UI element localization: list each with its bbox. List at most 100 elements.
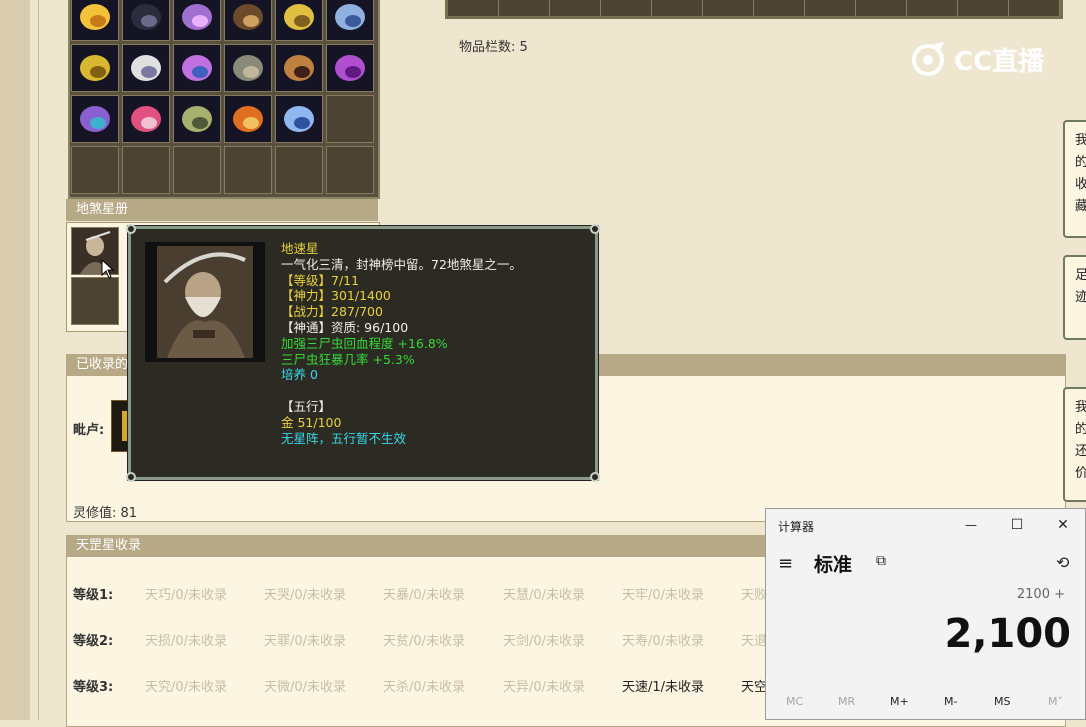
inventory-empty-slot[interactable]: [275, 146, 323, 194]
tooltip-details: 地速星 一气化三清，封神榜中留。72地煞星之一。 【等级】7/11 【神力】30…: [281, 241, 522, 446]
card-level: 【等级】7/11: [281, 272, 360, 288]
inventory-item-slot[interactable]: [275, 44, 323, 92]
inventory-empty-slot[interactable]: [173, 146, 221, 194]
calculator-window: 计算器 — ☐ ✕ ≡ 标准 ⧉ ⟲ 2100 + 2,100 MC MR M+…: [765, 508, 1086, 720]
item-strip-slot[interactable]: [1009, 0, 1060, 16]
inventory-empty-slot[interactable]: [326, 146, 374, 194]
tiangang-star-entry[interactable]: 天寿/0/未收录: [622, 630, 704, 649]
warrior-portrait-icon: [145, 242, 265, 362]
item-strip-slot[interactable]: [856, 0, 907, 16]
window-left-frame: [0, 0, 32, 720]
tiangang-star-entry[interactable]: 天贫/0/未收录: [383, 630, 465, 649]
tiangang-star-entry[interactable]: 天牢/0/未收录: [622, 584, 704, 603]
card-name: 地速星: [281, 241, 319, 256]
collected-header-text: 已收录的: [76, 357, 129, 372]
right-side-tab[interactable]: 足 迹: [1063, 255, 1086, 340]
tooltip-corner: [590, 224, 600, 234]
memory-clear-button[interactable]: MC: [786, 695, 803, 708]
tiangang-star-entry[interactable]: 天退: [741, 630, 767, 649]
calculator-display: 2,100: [944, 611, 1071, 657]
inventory-empty-slot[interactable]: [326, 95, 374, 143]
inventory-grid: [68, 0, 380, 199]
inventory-item-slot[interactable]: [275, 95, 323, 143]
item-strip-slot[interactable]: [754, 0, 805, 16]
item-strip-slot[interactable]: [958, 0, 1009, 16]
close-button[interactable]: ✕: [1052, 515, 1074, 535]
tiangang-star-entry[interactable]: 天暴/0/未收录: [383, 584, 465, 603]
inventory-item-slot[interactable]: [326, 44, 374, 92]
inventory-item-slot[interactable]: [275, 0, 323, 41]
inventory-item-slot[interactable]: [326, 0, 374, 41]
tiangang-star-entry[interactable]: 天损/0/未收录: [145, 630, 227, 649]
item-icon: [72, 0, 118, 40]
card-tooltip: 地速星 一气化三清，封神榜中留。72地煞星之一。 【等级】7/11 【神力】30…: [126, 224, 600, 482]
tiangang-level-label: 等级1:: [73, 588, 114, 603]
dishaxing-header: 地煞星册: [66, 199, 378, 221]
tiangang-star-entry[interactable]: 天慧/0/未收录: [503, 584, 585, 603]
card-divine: 【神通】资质: 96/100: [281, 319, 409, 335]
tiangang-star-entry[interactable]: 天杀/0/未收录: [383, 676, 465, 695]
memory-list-button[interactable]: M˅: [1048, 695, 1063, 708]
tooltip-corner: [126, 472, 136, 482]
tiangang-star-entry[interactable]: 天败: [741, 584, 767, 603]
memory-subtract-button[interactable]: M-: [944, 695, 957, 708]
memory-add-button[interactable]: M+: [890, 695, 909, 708]
tiangang-star-entry[interactable]: 天巧/0/未收录: [145, 584, 227, 603]
inventory-item-slot[interactable]: [122, 0, 170, 41]
minimize-button[interactable]: —: [960, 515, 982, 535]
tiangang-star-entry[interactable]: 天哭/0/未收录: [264, 584, 346, 603]
maximize-button[interactable]: ☐: [1006, 515, 1028, 535]
item-strip-slot[interactable]: [550, 0, 601, 16]
calculator-title: 计算器: [778, 520, 815, 534]
inventory-empty-slot[interactable]: [71, 146, 119, 194]
inventory-item-slot[interactable]: [173, 95, 221, 143]
item-icon: [327, 45, 373, 91]
formation-status: 无星阵，五行暂不生效: [281, 430, 407, 446]
tooltip-portrait: [145, 242, 265, 362]
inventory-item-slot[interactable]: [71, 0, 119, 41]
inventory-item-slot[interactable]: [224, 0, 272, 41]
tiangang-star-entry[interactable]: 天速/1/未收录: [622, 676, 704, 695]
tiangang-star-entry[interactable]: 天剑/0/未收录: [503, 630, 585, 649]
item-strip-slot[interactable]: [907, 0, 958, 16]
keep-on-top-icon[interactable]: ⧉: [876, 553, 886, 569]
item-strip-slot[interactable]: [703, 0, 754, 16]
tiangang-star-entry[interactable]: 天罪/0/未收录: [264, 630, 346, 649]
collected-row-label: 毗卢:: [73, 423, 105, 438]
item-strip-slot[interactable]: [652, 0, 703, 16]
tiangang-star-entry[interactable]: 天究/0/未收录: [145, 676, 227, 695]
memory-store-button[interactable]: MS: [994, 695, 1010, 708]
item-icon: [276, 0, 322, 40]
inventory-item-slot[interactable]: [224, 95, 272, 143]
right-side-tab[interactable]: 我 的 收 藏: [1063, 120, 1086, 238]
inventory-item-slot[interactable]: [224, 44, 272, 92]
right-side-tab[interactable]: 我 的 还 价: [1063, 387, 1086, 502]
item-strip-slot[interactable]: [448, 0, 499, 16]
inventory-item-slot[interactable]: [122, 44, 170, 92]
dishaxing-card-slot[interactable]: [71, 277, 119, 325]
inventory-item-slot[interactable]: [71, 44, 119, 92]
inventory-empty-slot[interactable]: [224, 146, 272, 194]
inventory-empty-slot[interactable]: [122, 146, 170, 194]
tiangang-star-entry[interactable]: 天异/0/未收录: [503, 676, 585, 695]
inventory-item-slot[interactable]: [122, 95, 170, 143]
spirit-value: 灵修值: 81: [73, 506, 138, 521]
card-bonus-2: 三尸虫狂暴几率 +5.3%: [281, 351, 415, 367]
card-combat: 【战力】287/700: [281, 304, 383, 320]
item-icon: [225, 45, 271, 91]
item-strip-slot[interactable]: [499, 0, 550, 16]
mouse-cursor-icon: [101, 259, 115, 279]
memory-recall-button[interactable]: MR: [838, 695, 855, 708]
tiangang-star-entry[interactable]: 天空: [741, 676, 767, 695]
inventory-item-slot[interactable]: [173, 0, 221, 41]
item-icon: [225, 96, 271, 142]
inventory-item-slot[interactable]: [173, 44, 221, 92]
hamburger-menu-icon[interactable]: ≡: [778, 553, 793, 574]
tiangang-level-label: 等级2:: [73, 634, 114, 649]
history-icon[interactable]: ⟲: [1056, 553, 1069, 572]
item-strip-slot[interactable]: [805, 0, 856, 16]
item-icon: [123, 45, 169, 91]
tiangang-star-entry[interactable]: 天微/0/未收录: [264, 676, 346, 695]
inventory-item-slot[interactable]: [71, 95, 119, 143]
item-strip-slot[interactable]: [601, 0, 652, 16]
